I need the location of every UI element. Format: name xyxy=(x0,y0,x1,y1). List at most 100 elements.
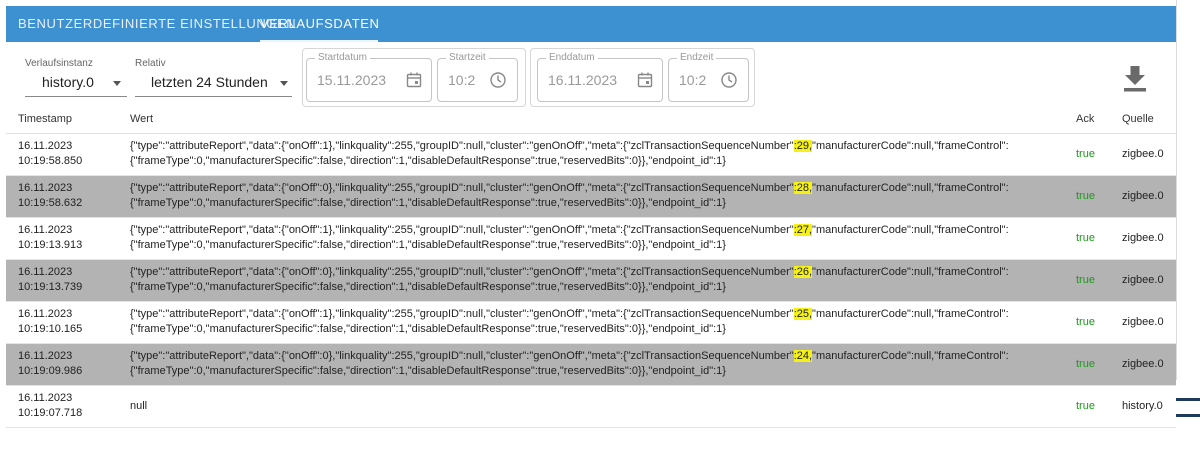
end-date-value: 16.11.2023 xyxy=(548,72,618,88)
edge-mark xyxy=(1176,414,1200,417)
calendar-icon[interactable] xyxy=(636,71,654,89)
value-cell: {"type":"attributeReport","data":{"onOff… xyxy=(130,181,1050,211)
instance-label: Verlaufsinstanz xyxy=(25,58,93,69)
value-cell: {"type":"attributeReport","data":{"onOff… xyxy=(130,139,1050,169)
timestamp-cell: 16.11.2023 10:19:10.165 xyxy=(18,307,82,337)
timestamp-time: 10:19:58.632 xyxy=(18,197,83,209)
source-cell: zigbee.0 xyxy=(1122,148,1164,160)
sequence-highlight: :25, xyxy=(793,308,813,320)
source-cell: zigbee.0 xyxy=(1122,190,1164,202)
value-text: {"type":"attributeReport","data":{"onOff… xyxy=(130,308,794,320)
clock-icon[interactable] xyxy=(720,71,738,89)
value-text-line2: {"frameType":0,"manufacturerSpecific":fa… xyxy=(130,197,726,209)
timestamp-date: 16.11.2023 xyxy=(18,182,73,194)
relative-underline xyxy=(135,96,292,97)
value-text: null xyxy=(130,400,148,412)
table-row[interactable]: 16.11.2023 10:19:58.632 {"type":"attribu… xyxy=(6,176,1176,218)
timestamp-cell: 16.11.2023 10:19:07.718 xyxy=(18,391,82,421)
value-text-line2: {"frameType":0,"manufacturerSpecific":fa… xyxy=(130,365,726,377)
active-tab-indicator xyxy=(260,40,378,42)
value-text-line2: {"frameType":0,"manufacturerSpecific":fa… xyxy=(130,155,726,167)
instance-select[interactable]: history.0 xyxy=(42,74,94,90)
sequence-highlight: :28, xyxy=(793,182,813,194)
value-text: "manufacturerCode":null,"frameControl": xyxy=(812,140,1009,152)
window-edge xyxy=(1176,0,1200,464)
source-cell: zigbee.0 xyxy=(1122,232,1164,244)
timestamp-cell: 16.11.2023 10:19:13.739 xyxy=(18,265,82,295)
start-time-value: 10:2 xyxy=(448,72,476,88)
download-icon[interactable] xyxy=(1120,64,1150,94)
sequence-highlight: :27, xyxy=(793,224,813,236)
chevron-down-icon[interactable] xyxy=(113,81,121,86)
tab-custom-settings[interactable]: Benutzerdefinierte Einstellungen xyxy=(18,6,296,42)
value-text: "manufacturerCode":null,"frameControl": xyxy=(812,266,1009,278)
start-date-value: 15.11.2023 xyxy=(317,72,387,88)
sequence-highlight: :26, xyxy=(793,266,813,278)
value-text: "manufacturerCode":null,"frameControl": xyxy=(812,308,1009,320)
column-header-source[interactable]: Quelle xyxy=(1122,113,1154,125)
tab-history-data[interactable]: Verlaufsdaten xyxy=(260,6,379,42)
value-cell: {"type":"attributeReport","data":{"onOff… xyxy=(130,265,1050,295)
table-row[interactable]: 16.11.2023 10:19:10.165 {"type":"attribu… xyxy=(6,302,1176,344)
end-time-value: 10:2 xyxy=(679,72,707,88)
sequence-highlight: :29, xyxy=(793,140,813,152)
end-date-field[interactable]: Enddatum 16.11.2023 xyxy=(537,52,663,102)
timestamp-time: 10:19:07.718 xyxy=(18,407,83,419)
timestamp-time: 10:19:09.986 xyxy=(18,365,83,377)
value-text: {"type":"attributeReport","data":{"onOff… xyxy=(130,350,794,362)
timestamp-time: 10:19:58.850 xyxy=(18,155,83,167)
timestamp-time: 10:19:10.165 xyxy=(18,323,83,335)
relative-select[interactable]: letzten 24 Stunden xyxy=(151,74,268,90)
timestamp-cell: 16.11.2023 10:19:58.850 xyxy=(18,139,82,169)
start-date-label: Startdatum xyxy=(315,52,370,63)
edge-mark xyxy=(1176,398,1200,401)
value-text: {"type":"attributeReport","data":{"onOff… xyxy=(130,266,794,278)
end-date-label: Enddatum xyxy=(546,52,598,63)
window-border xyxy=(1176,0,1177,380)
timestamp-date: 16.11.2023 xyxy=(18,392,73,404)
timestamp-date: 16.11.2023 xyxy=(18,140,73,152)
timestamp-cell: 16.11.2023 10:19:13.913 xyxy=(18,223,82,253)
value-text: "manufacturerCode":null,"frameControl": xyxy=(812,182,1009,194)
end-time-label: Endzeit xyxy=(677,52,717,63)
value-text: {"type":"attributeReport","data":{"onOff… xyxy=(130,140,794,152)
timestamp-date: 16.11.2023 xyxy=(18,224,73,236)
value-text: "manufacturerCode":null,"frameControl": xyxy=(812,350,1009,362)
source-cell: history.0 xyxy=(1122,400,1163,412)
value-text-line2: {"frameType":0,"manufacturerSpecific":fa… xyxy=(130,281,726,293)
timestamp-time: 10:19:13.739 xyxy=(18,281,83,293)
calendar-icon[interactable] xyxy=(405,71,423,89)
column-header-value[interactable]: Wert xyxy=(130,113,153,125)
value-text: {"type":"attributeReport","data":{"onOff… xyxy=(130,182,794,194)
ack-cell: true xyxy=(1076,274,1095,286)
timestamp-date: 16.11.2023 xyxy=(18,350,73,362)
table-row[interactable]: 16.11.2023 10:19:13.739 {"type":"attribu… xyxy=(6,260,1176,302)
value-cell: {"type":"attributeReport","data":{"onOff… xyxy=(130,307,1050,337)
start-date-field[interactable]: Startdatum 15.11.2023 xyxy=(306,52,432,102)
table-row[interactable]: 16.11.2023 10:19:07.718 null true histor… xyxy=(6,386,1176,428)
value-text-line2: {"frameType":0,"manufacturerSpecific":fa… xyxy=(130,239,726,251)
tab-bar: Benutzerdefinierte Einstellungen Verlauf… xyxy=(6,6,1176,42)
sequence-highlight: :24, xyxy=(793,350,813,362)
table-row[interactable]: 16.11.2023 10:19:09.986 {"type":"attribu… xyxy=(6,344,1176,386)
end-time-field[interactable]: Endzeit 10:2 xyxy=(668,52,749,102)
ack-cell: true xyxy=(1076,190,1095,202)
timestamp-date: 16.11.2023 xyxy=(18,308,73,320)
ack-cell: true xyxy=(1076,358,1095,370)
column-header-ack[interactable]: Ack xyxy=(1076,113,1094,125)
timestamp-date: 16.11.2023 xyxy=(18,266,73,278)
value-cell: {"type":"attributeReport","data":{"onOff… xyxy=(130,223,1050,253)
column-header-timestamp[interactable]: Timestamp xyxy=(18,113,72,125)
ack-cell: true xyxy=(1076,316,1095,328)
start-time-field[interactable]: Startzeit 10:2 xyxy=(437,52,518,102)
table-row[interactable]: 16.11.2023 10:19:13.913 {"type":"attribu… xyxy=(6,218,1176,260)
start-time-label: Startzeit xyxy=(446,52,489,63)
clock-icon[interactable] xyxy=(489,71,507,89)
table-row[interactable]: 16.11.2023 10:19:58.850 {"type":"attribu… xyxy=(6,134,1176,176)
timestamp-cell: 16.11.2023 10:19:58.632 xyxy=(18,181,82,211)
instance-underline xyxy=(25,96,127,97)
ack-cell: true xyxy=(1076,148,1095,160)
value-text: {"type":"attributeReport","data":{"onOff… xyxy=(130,224,794,236)
chevron-down-icon[interactable] xyxy=(280,81,288,86)
source-cell: zigbee.0 xyxy=(1122,274,1164,286)
